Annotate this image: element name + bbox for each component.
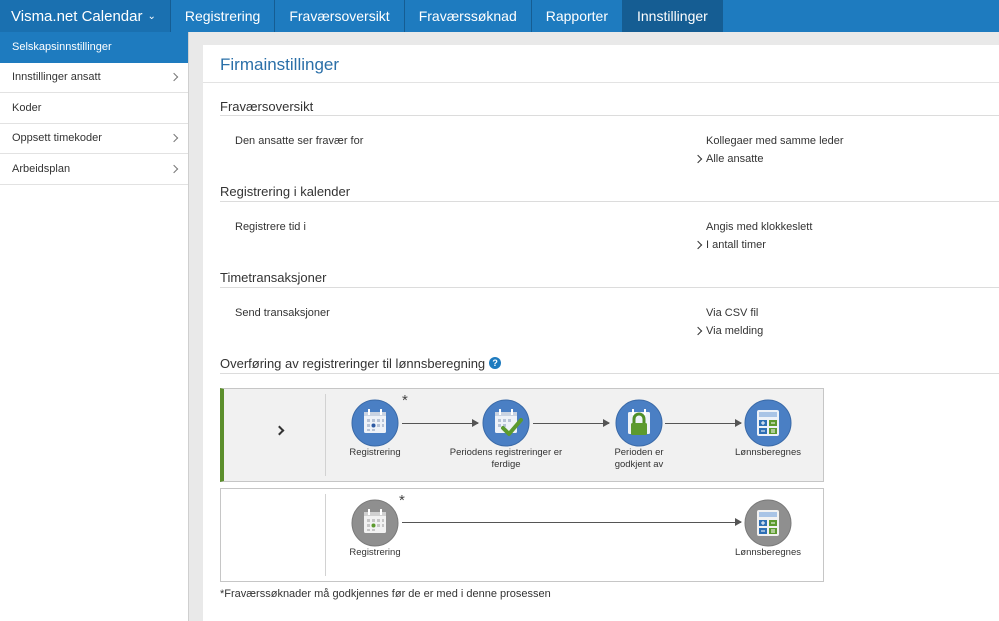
step-label-perioden-er-godkjent: Perioden er godkjent av	[614, 447, 664, 470]
app-switcher-button[interactable]: Visma.net Calendar ⌄	[0, 0, 171, 32]
help-icon[interactable]: ?	[489, 357, 502, 369]
top-navigation: Visma.net Calendar ⌄ Registrering Fravær…	[0, 0, 999, 32]
sidebar-item-label: Oppsett timekoder	[12, 132, 102, 145]
page-title: Firmainstillinger	[220, 55, 340, 74]
chevron-right-icon	[169, 164, 179, 173]
option-via-melding-selected[interactable]: Via melding	[706, 325, 763, 337]
step-label-registrering: Registrering	[349, 547, 401, 558]
divider	[203, 82, 999, 83]
sidebar-item-label: Arbeidsplan	[12, 162, 71, 175]
sidebar-item-label: Innstillinger ansatt	[12, 71, 101, 84]
setting-label: Send transaksjoner	[235, 307, 330, 319]
arrow-right-icon	[402, 419, 479, 427]
arrow-right-icon	[402, 518, 742, 526]
tab-rapporter[interactable]: Rapporter	[532, 0, 623, 32]
calculator-icon	[744, 399, 792, 447]
sidebar: Selskapsinnstillinger Innstillinger ansa…	[0, 32, 189, 621]
sidebar-item-selskapsinnstillinger[interactable]: Selskapsinnstillinger	[0, 32, 188, 63]
calendar-check-icon	[482, 399, 530, 447]
calendar-icon	[351, 399, 399, 447]
step-label-lonnsberegnes: Lønnsberegnes	[734, 547, 802, 558]
tab-fravaerssoknad[interactable]: Fraværssøknad	[405, 0, 532, 32]
lock-icon	[615, 399, 663, 447]
step-label-registrering: Registrering	[349, 447, 401, 458]
tab-fravaersoversikt[interactable]: Fraværsoversikt	[275, 0, 405, 32]
arrow-right-icon	[665, 419, 742, 427]
option-alle-ansatte-selected[interactable]: Alle ansatte	[706, 153, 763, 165]
section-heading-timetransaksjoner: Timetransaksjoner	[220, 270, 327, 285]
divider	[325, 394, 326, 476]
divider	[220, 115, 999, 116]
asterisk-marker: *	[402, 392, 408, 409]
calendar-icon	[351, 499, 399, 547]
chevron-right-icon	[274, 425, 285, 436]
sidebar-item-arbeidsplan[interactable]: Arbeidsplan	[0, 154, 188, 185]
divider	[220, 373, 999, 374]
option-kollegaer-med-samme-leder[interactable]: Kollegaer med samme leder	[706, 135, 844, 147]
main-panel: Firmainstillinger Fraværsoversikt Den an…	[203, 45, 999, 621]
divider	[325, 494, 326, 576]
chevron-down-icon: ⌄	[147, 10, 156, 22]
calculator-icon	[744, 499, 792, 547]
divider	[220, 287, 999, 288]
sidebar-item-oppsett-timekoder[interactable]: Oppsett timekoder	[0, 124, 188, 154]
sidebar-item-innstillinger-ansatt[interactable]: Innstillinger ansatt	[0, 63, 188, 93]
chevron-right-icon	[169, 73, 179, 82]
chevron-right-icon	[169, 134, 179, 143]
step-label-lonnsberegnes: Lønnsberegnes	[734, 447, 802, 458]
option-angis-med-klokkeslett[interactable]: Angis med klokkeslett	[706, 221, 812, 233]
tab-registrering[interactable]: Registrering	[171, 0, 276, 32]
flow-option-direct[interactable]: * Registrering Lønnsberegnes	[220, 488, 824, 582]
section-heading-registrering-i-kalender: Registrering i kalender	[220, 184, 351, 199]
option-i-antall-timer-selected[interactable]: I antall timer	[706, 239, 766, 251]
option-via-csv-fil[interactable]: Via CSV fil	[706, 307, 758, 319]
setting-label: Registrere tid i	[235, 221, 306, 233]
sidebar-item-label: Koder	[12, 101, 42, 114]
arrow-right-icon	[533, 419, 610, 427]
footnote: *Fraværssøknader må godkjennes før de er…	[220, 588, 551, 600]
step-label-periodens-registreringer: Periodens registreringer er ferdige	[449, 447, 563, 470]
asterisk-marker: *	[399, 492, 405, 509]
setting-label: Den ansatte ser fravær for	[235, 135, 364, 147]
section-heading-overforing: Overføring av registreringer til lønnsbe…	[220, 356, 502, 371]
divider	[220, 201, 999, 202]
sidebar-item-label: Selskapsinnstillinger	[12, 40, 112, 53]
sidebar-item-koder[interactable]: Koder	[0, 93, 188, 124]
app-title: Visma.net Calendar	[11, 7, 143, 25]
tab-innstillinger[interactable]: Innstillinger	[623, 0, 723, 32]
flow-option-with-approval[interactable]: * Registrering Periodens registreringer …	[220, 388, 824, 482]
section-heading-fravaersoversikt: Fraværsoversikt	[220, 99, 314, 114]
section-heading-text: Overføring av registreringer til lønnsbe…	[220, 356, 486, 371]
